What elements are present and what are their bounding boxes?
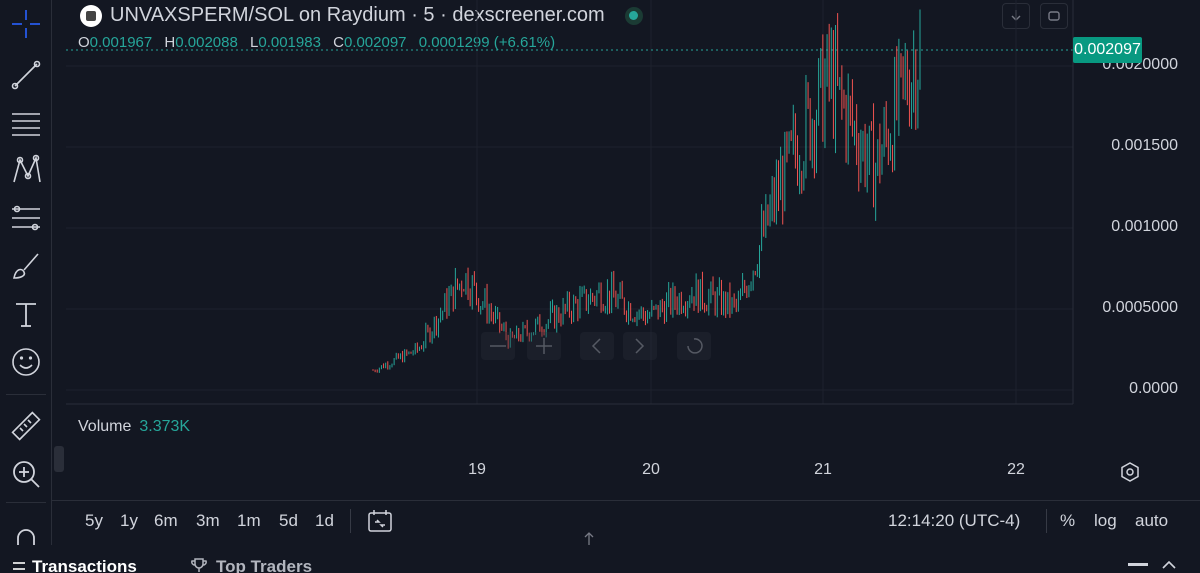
price-tick: 0.0000: [1129, 380, 1178, 397]
settings-icon: [1121, 462, 1139, 482]
pane-collapse-handle[interactable]: [54, 446, 64, 472]
bottom-toolbar: 5y 1y 6m 3m 1m 5d 1d 12:14:20 (UTC-4) % …: [52, 500, 1200, 540]
range-6m-button[interactable]: 6m: [154, 511, 178, 531]
range-1y-button[interactable]: 1y: [120, 511, 138, 531]
last-price-label: 0.002097: [1073, 37, 1142, 63]
log-scale-button[interactable]: log: [1094, 511, 1117, 531]
range-3m-button[interactable]: 3m: [196, 511, 220, 531]
range-1m-button[interactable]: 1m: [237, 511, 261, 531]
tab-top-traders[interactable]: Top Traders: [216, 557, 312, 573]
date-tick: 22: [1007, 461, 1025, 478]
price-tick: 0.001500: [1111, 137, 1178, 154]
range-5y-button[interactable]: 5y: [85, 511, 103, 531]
price-tick: 0.001000: [1111, 218, 1178, 235]
chevron-up-icon[interactable]: [1160, 557, 1178, 571]
reset-button: [677, 332, 711, 360]
auto-scale-button[interactable]: auto: [1135, 511, 1168, 531]
volume-label: Volume: [78, 418, 132, 435]
calendar-icon: [368, 510, 392, 532]
scroll-left-button: [580, 332, 614, 360]
transactions-icon: [12, 559, 26, 573]
axis-settings-button[interactable]: [1118, 460, 1142, 484]
go-to-date-button[interactable]: [366, 507, 394, 535]
minimize-icon[interactable]: [1128, 563, 1148, 566]
range-1d-button[interactable]: 1d: [315, 511, 334, 531]
volume-legend: Volume 3.373K: [78, 418, 190, 436]
trophy-icon: [190, 557, 208, 573]
scroll-right-button: [623, 332, 657, 360]
price-tick: 0.0005000: [1102, 299, 1178, 316]
date-tick: 19: [468, 461, 486, 478]
tab-transactions[interactable]: Transactions: [32, 557, 137, 573]
range-5d-button[interactable]: 5d: [279, 511, 298, 531]
volume-value: 3.373K: [139, 418, 191, 435]
date-tick: 21: [814, 461, 832, 478]
percent-scale-button[interactable]: %: [1060, 511, 1075, 531]
chart-navigation[interactable]: [481, 332, 711, 360]
bottom-tabs: Transactions Top Traders: [0, 545, 1200, 573]
date-tick: 20: [642, 461, 660, 478]
current-time: 12:14:20 (UTC-4): [888, 511, 1021, 530]
